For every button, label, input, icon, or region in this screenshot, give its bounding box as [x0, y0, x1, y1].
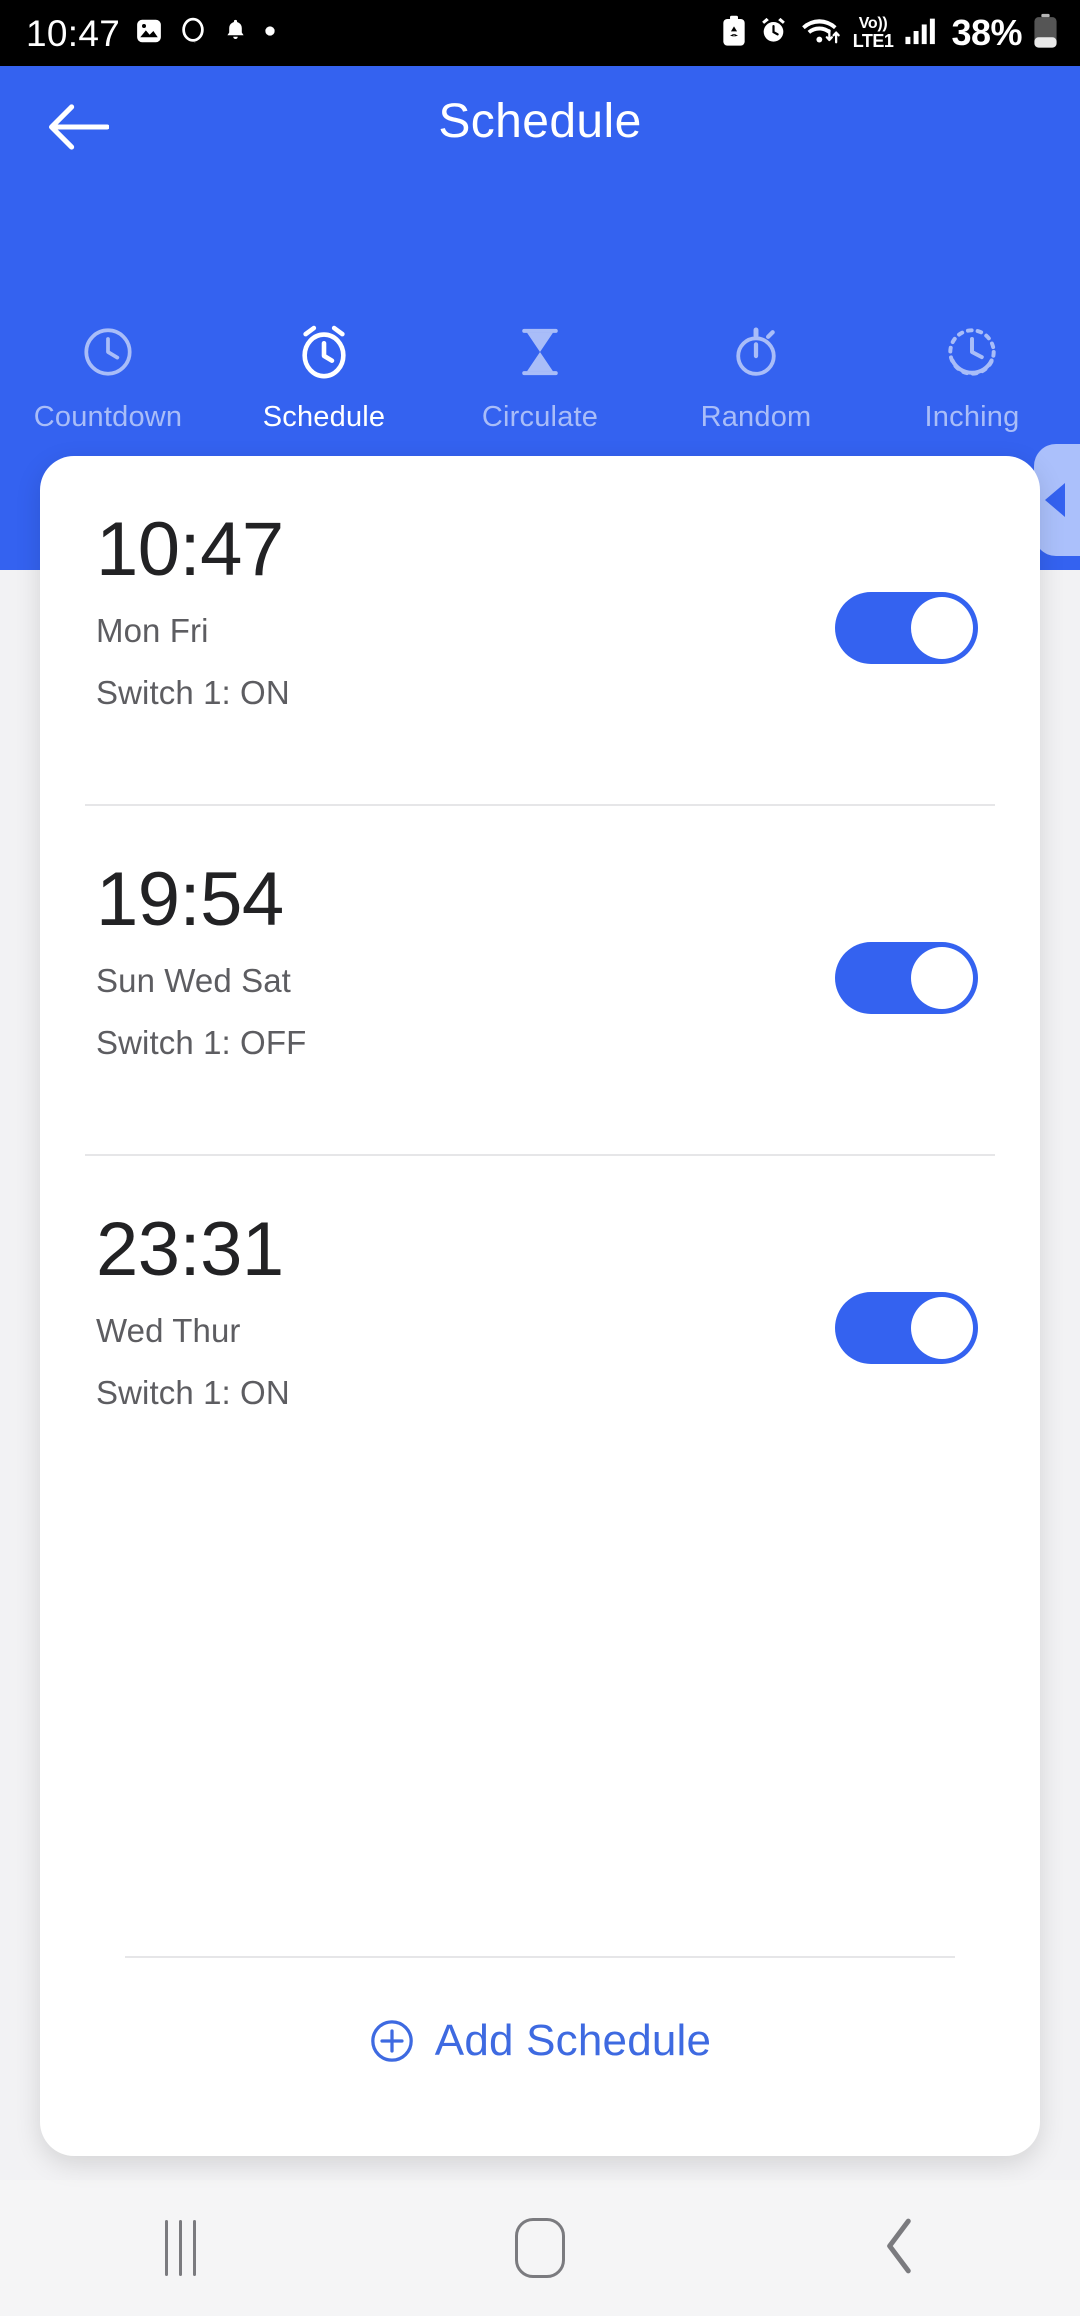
schedule-action: Switch 1: ON: [96, 674, 290, 712]
toggle-knob: [911, 1297, 973, 1359]
alarm-icon: [758, 15, 789, 51]
schedule-action: Switch 1: OFF: [96, 1024, 307, 1062]
schedule-toggle[interactable]: [835, 592, 978, 664]
home-button[interactable]: [360, 2218, 720, 2278]
schedule-action: Switch 1: ON: [96, 1374, 290, 1412]
page-title: Schedule: [438, 95, 642, 148]
phone-screen: 10:47 Vo)) LTE1 38% Schedule Countdown S…: [0, 0, 1080, 2316]
schedule-time: 23:31: [96, 1207, 284, 1292]
tab-label: Inching: [924, 401, 1020, 433]
battery-icon: [1033, 13, 1058, 54]
schedule-card: 10:47 Mon Fri Switch 1: ON 19:54 Sun Wed…: [40, 456, 1040, 2156]
tab-inching[interactable]: Inching: [864, 321, 1080, 434]
schedule-list: 10:47 Mon Fri Switch 1: ON 19:54 Sun Wed…: [40, 456, 1040, 1956]
tab-schedule[interactable]: Schedule: [216, 321, 432, 434]
schedule-days: Mon Fri: [96, 612, 209, 650]
schedule-info: 23:31 Wed Thur Switch 1: ON: [96, 1207, 290, 1412]
schedule-toggle[interactable]: [835, 1292, 978, 1364]
tab-label: Schedule: [262, 401, 386, 433]
schedule-days: Sun Wed Sat: [96, 962, 291, 1000]
clock-icon: [80, 321, 136, 383]
status-clock: 10:47: [26, 12, 121, 54]
battery-saver-icon: [721, 15, 747, 52]
tab-label: Countdown: [33, 401, 183, 433]
schedule-days: Wed Thur: [96, 1312, 241, 1350]
recents-button[interactable]: [0, 2220, 360, 2276]
schedule-row[interactable]: 19:54 Sun Wed Sat Switch 1: OFF: [40, 806, 1040, 1156]
home-icon: [515, 2218, 565, 2278]
volte-top: Vo)): [858, 15, 888, 32]
status-bar-left: 10:47: [26, 15, 277, 52]
alarm-clock-icon: [295, 321, 353, 383]
tab-label: Circulate: [481, 401, 599, 433]
image-icon: [134, 16, 164, 51]
back-nav-button[interactable]: [720, 2217, 1080, 2280]
footer-divider: [125, 1956, 955, 1958]
android-nav-bar: [0, 2180, 1080, 2316]
schedule-time: 19:54: [96, 857, 284, 942]
schedule-row[interactable]: 10:47 Mon Fri Switch 1: ON: [40, 456, 1040, 806]
tab-bar: Countdown Schedule Circulate Random Inch…: [0, 321, 1080, 434]
recents-icon: [164, 2220, 196, 2276]
schedule-toggle[interactable]: [835, 942, 978, 1014]
circle-icon: [178, 16, 208, 51]
schedule-row[interactable]: 23:31 Wed Thur Switch 1: ON: [40, 1156, 1040, 1506]
volte-label: Vo)) LTE1: [852, 15, 894, 51]
schedule-info: 10:47 Mon Fri Switch 1: ON: [96, 507, 290, 712]
tab-countdown[interactable]: Countdown: [0, 321, 216, 434]
drawer-handle[interactable]: [1034, 444, 1080, 556]
status-bar-right: Vo)) LTE1 38%: [721, 12, 1058, 54]
add-schedule-footer: Add Schedule: [40, 1956, 1040, 2156]
dot-icon: [263, 24, 277, 43]
plus-circle-icon: [369, 2018, 415, 2064]
hourglass-icon: [513, 321, 567, 383]
wifi-data-icon: [800, 15, 844, 52]
dashed-clock-icon: [944, 321, 1000, 383]
bell-icon: [222, 17, 249, 49]
toggle-knob: [911, 597, 973, 659]
volte-bottom: LTE1: [852, 31, 894, 51]
schedule-info: 19:54 Sun Wed Sat Switch 1: OFF: [96, 857, 307, 1062]
tab-circulate[interactable]: Circulate: [432, 321, 648, 434]
tab-label: Random: [700, 401, 812, 433]
battery-percent: 38%: [951, 12, 1022, 53]
triangle-left-icon: [1045, 483, 1065, 517]
toggle-knob: [911, 947, 973, 1009]
tab-random[interactable]: Random: [648, 321, 864, 434]
add-schedule-button[interactable]: Add Schedule: [40, 1998, 1040, 2066]
status-bar: 10:47 Vo)) LTE1 38%: [0, 0, 1080, 66]
back-icon: [883, 2217, 917, 2280]
signal-bars-icon: [904, 16, 936, 51]
stopwatch-icon: [729, 321, 783, 383]
app-header-top: Schedule: [0, 66, 1080, 186]
schedule-time: 10:47: [96, 507, 284, 592]
add-schedule-label: Add Schedule: [434, 2016, 712, 2065]
